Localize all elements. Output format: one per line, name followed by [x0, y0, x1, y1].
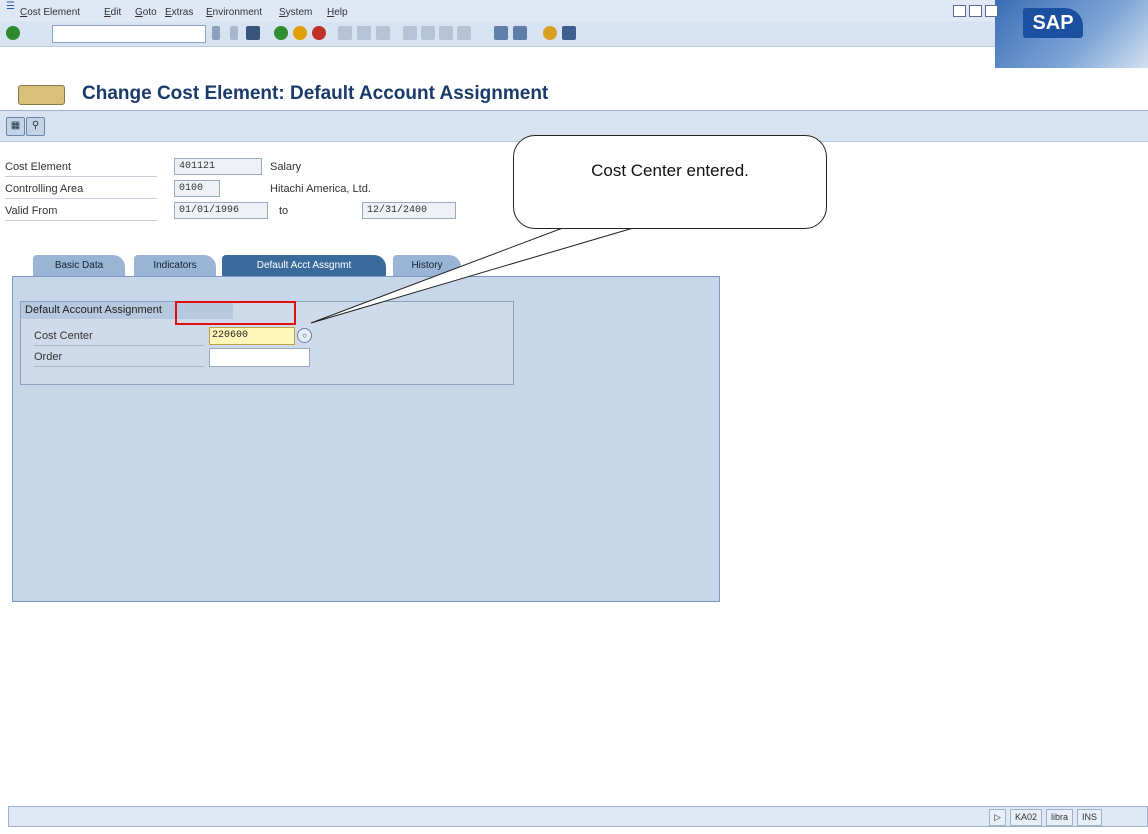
menu-edit[interactable]: Edit: [104, 7, 121, 18]
page-title: Change Cost Element: Default Account Ass…: [82, 83, 549, 104]
controlling-area-description: Hitachi America, Ltd.: [270, 183, 371, 195]
callout-bubble: Cost Center entered.: [513, 135, 827, 229]
exit-icon[interactable]: [293, 26, 307, 40]
menu-goto[interactable]: Goto: [135, 7, 157, 18]
tab-basic-data[interactable]: Basic Data: [33, 255, 125, 276]
status-transaction: KA02: [1009, 809, 1042, 826]
status-bar: ▷ KA02 libra INS: [8, 806, 1148, 827]
other-cost-element-icon[interactable]: ▦: [6, 117, 25, 136]
tab-indicators[interactable]: Indicators: [134, 255, 216, 276]
cost-center-input[interactable]: 220600: [209, 327, 295, 345]
order-input[interactable]: [209, 348, 310, 367]
window-controls: [953, 5, 998, 17]
help-icon[interactable]: [543, 26, 557, 40]
order-label: Order: [34, 348, 204, 367]
sap-brand-area: SAP: [953, 0, 1148, 68]
find-next-icon[interactable]: [376, 26, 390, 40]
menu-extras[interactable]: Extras: [165, 7, 193, 18]
valid-to-field: 12/31/2400: [362, 202, 456, 219]
cost-element-field: 401121: [174, 158, 262, 175]
controlling-area-label: Controlling Area: [5, 180, 157, 199]
command-field[interactable]: [52, 25, 206, 43]
cost-element-label: Cost Element: [5, 158, 157, 177]
cancel-icon[interactable]: [312, 26, 326, 40]
maximize-icon[interactable]: [969, 5, 982, 17]
find-icon[interactable]: [357, 26, 371, 40]
display-change-icon[interactable]: [18, 85, 65, 105]
callout-text: Cost Center entered.: [591, 161, 749, 180]
next-page-icon[interactable]: [439, 26, 453, 40]
previous-page-icon[interactable]: [421, 26, 435, 40]
sap-logo: SAP: [1023, 8, 1083, 38]
shortcut-icon[interactable]: [513, 26, 527, 40]
status-mode: INS: [1076, 809, 1102, 826]
tab-history[interactable]: History: [393, 255, 461, 276]
valid-from-field: 01/01/1996: [174, 202, 268, 219]
title-bar: Change Cost Element: Default Account Ass…: [0, 80, 1148, 111]
standard-toolbar: [0, 22, 1148, 47]
status-fields: ▷ KA02 libra INS: [989, 809, 1102, 826]
minimize-icon[interactable]: [953, 5, 966, 17]
menu-icon[interactable]: ☰: [6, 1, 15, 12]
valid-from-label: Valid From: [5, 202, 157, 221]
create-session-icon[interactable]: [494, 26, 508, 40]
enter-check-icon[interactable]: [6, 26, 20, 40]
cost-element-description: Salary: [270, 161, 302, 173]
menu-environment[interactable]: Environment: [206, 7, 262, 18]
customize-layout-icon[interactable]: [562, 26, 576, 40]
highlight-box: [175, 301, 296, 325]
back-icon[interactable]: [274, 26, 288, 40]
status-expand-icon[interactable]: ▷: [989, 809, 1006, 826]
menu-system[interactable]: System: [279, 7, 312, 18]
save-icon[interactable]: [246, 26, 260, 40]
menu-cost-element[interactable]: Cost Element: [20, 7, 80, 18]
to-label: to: [279, 205, 289, 217]
last-page-icon[interactable]: [457, 26, 471, 40]
menu-help[interactable]: Help: [327, 7, 348, 18]
tab-default-acct-assgnmt[interactable]: Default Acct Assgnmt: [222, 255, 386, 276]
cost-center-label: Cost Center: [34, 327, 204, 346]
display-icon[interactable]: ⚲: [26, 117, 45, 136]
first-page-icon[interactable]: [403, 26, 417, 40]
print-icon[interactable]: [338, 26, 352, 40]
separator-icon: [230, 26, 238, 40]
search-help-icon[interactable]: ○: [297, 328, 312, 343]
status-client: libra: [1045, 809, 1073, 826]
controlling-area-field: 0100: [174, 180, 220, 197]
dropdown-icon[interactable]: [212, 26, 220, 40]
close-icon[interactable]: [985, 5, 998, 17]
